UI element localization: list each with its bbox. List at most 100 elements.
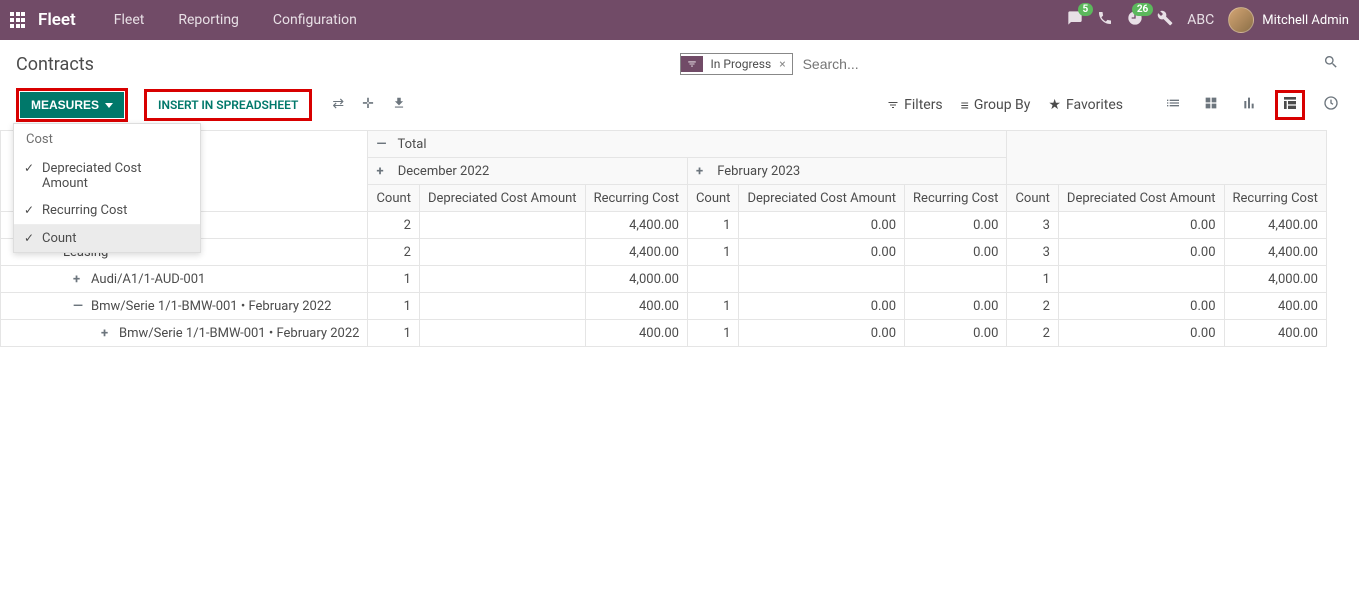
filters-label: Filters: [904, 97, 943, 113]
measures-button[interactable]: MEASURES: [20, 92, 124, 118]
search-input[interactable]: [799, 52, 1319, 76]
insert-spreadsheet-button[interactable]: INSERT IN SPREADSHEET: [148, 93, 308, 117]
btn-group-left: MEASURES INSERT IN SPREADSHEET ⇄ ✛: [16, 88, 406, 122]
pivot-cell: 4,400.00: [1224, 239, 1326, 266]
pivot-cell: [419, 293, 585, 320]
control-panel: Contracts In Progress × MEASURES: [0, 40, 1359, 130]
filter-icon: [681, 56, 703, 72]
pivot-cell: [905, 266, 1007, 293]
pivot-cell: [1058, 266, 1224, 293]
plus-icon[interactable]: +: [73, 272, 87, 287]
kanban-view-icon[interactable]: [1199, 91, 1223, 119]
cp-bottom: MEASURES INSERT IN SPREADSHEET ⇄ ✛ Filte…: [16, 88, 1343, 130]
pivot-cell: 4,400.00: [585, 239, 687, 266]
row-label: Audi/A1/1-AUD-001: [91, 272, 205, 287]
pivot-cell: 0.00: [905, 212, 1007, 239]
breadcrumb: Contracts: [16, 54, 94, 75]
pivot-toolbar: ⇄ ✛: [332, 96, 405, 114]
chat-badge-count: 5: [1078, 3, 1094, 16]
clock-icon[interactable]: 26: [1127, 10, 1143, 30]
measure-h-1b[interactable]: Depreciated Cost Amount: [739, 185, 905, 212]
tools-icon[interactable]: [1157, 10, 1173, 30]
pivot-cell: 1: [368, 293, 419, 320]
search-area: In Progress ×: [680, 50, 1344, 78]
measure-h-0[interactable]: Count: [368, 185, 419, 212]
favorites-button[interactable]: ★ Favorites: [1048, 97, 1123, 113]
measure-h-2b[interactable]: Recurring Cost: [905, 185, 1007, 212]
dd-item-recurring[interactable]: Recurring Cost: [14, 197, 200, 224]
pivot-cell: [739, 266, 905, 293]
table-row: +Bmw/Serie 1/1-BMW-001 • February 202214…: [1, 320, 1327, 347]
pivot-cell: 1: [687, 212, 738, 239]
pivot-cell: 400.00: [585, 293, 687, 320]
plus-icon: +: [376, 164, 390, 179]
facet-remove[interactable]: ×: [777, 57, 791, 71]
plus-icon[interactable]: +: [101, 326, 115, 341]
activity-view-icon[interactable]: [1319, 91, 1343, 119]
table-row: —Bmw/Serie 1/1-BMW-001 • February 202214…: [1, 293, 1327, 320]
pivot-view-icon[interactable]: [1275, 90, 1305, 120]
measure-h-1[interactable]: Depreciated Cost Amount: [419, 185, 585, 212]
phone-icon[interactable]: [1097, 10, 1113, 30]
app-title[interactable]: Fleet: [38, 10, 76, 30]
dd-item-count[interactable]: Count: [14, 225, 200, 252]
apps-icon[interactable]: [10, 12, 26, 28]
pivot-cell: 3: [1007, 239, 1058, 266]
pivot-cell: 0.00: [739, 320, 905, 347]
dd-item-depreciated[interactable]: Depreciated Cost Amount: [14, 155, 200, 197]
nav-link-fleet[interactable]: Fleet: [100, 12, 159, 28]
period-1-label: February 2023: [717, 164, 800, 179]
minus-icon[interactable]: —: [73, 299, 87, 314]
chat-icon[interactable]: 5: [1067, 10, 1083, 30]
row-header[interactable]: + Audi/A1/1-AUD-001: [1, 266, 368, 293]
pivot-cell: 1: [687, 320, 738, 347]
abc-label[interactable]: ABC: [1187, 12, 1214, 28]
col-period-0[interactable]: + December 2022: [368, 158, 687, 185]
filters-button[interactable]: Filters: [887, 97, 943, 113]
graph-view-icon[interactable]: [1237, 91, 1261, 119]
pivot-cell: 2: [368, 212, 419, 239]
pivot-cell: [419, 212, 585, 239]
flip-axis-icon[interactable]: ⇄: [332, 96, 344, 114]
measure-h-1c[interactable]: Depreciated Cost Amount: [1058, 185, 1224, 212]
caret-down-icon: [105, 103, 113, 108]
download-icon[interactable]: [392, 96, 406, 114]
measure-h-0b[interactable]: Count: [687, 185, 738, 212]
pivot-cell: [419, 239, 585, 266]
pivot-cell: 0.00: [739, 239, 905, 266]
nav-link-reporting[interactable]: Reporting: [164, 12, 253, 28]
pivot-cell: 1: [687, 293, 738, 320]
pivot-cell: 0.00: [1058, 239, 1224, 266]
measure-h-2c[interactable]: Recurring Cost: [1224, 185, 1326, 212]
search-icon[interactable]: [1319, 50, 1343, 78]
row-header[interactable]: —Bmw/Serie 1/1-BMW-001 • February 2022: [1, 293, 368, 320]
pivot-cell: 4,000.00: [585, 266, 687, 293]
facet-text: In Progress: [703, 54, 778, 74]
col-total[interactable]: — Total: [368, 131, 1007, 158]
clock-badge-count: 26: [1132, 3, 1153, 16]
search-facet: In Progress ×: [680, 53, 793, 75]
measure-h-2[interactable]: Recurring Cost: [585, 185, 687, 212]
groupby-button[interactable]: ≡ Group By: [961, 97, 1031, 114]
dd-header: Cost: [14, 124, 200, 155]
pivot-cell: 2: [1007, 293, 1058, 320]
measure-h-0c[interactable]: Count: [1007, 185, 1058, 212]
row-header[interactable]: +Bmw/Serie 1/1-BMW-001 • February 2022: [1, 320, 368, 347]
pivot-cell: 2: [1007, 320, 1058, 347]
col-period-1[interactable]: + February 2023: [687, 158, 1006, 185]
total-label: Total: [397, 137, 426, 152]
expand-all-icon[interactable]: ✛: [362, 96, 374, 114]
pivot-cell: 1: [687, 239, 738, 266]
list-view-icon[interactable]: [1161, 91, 1185, 119]
navbar-left: Fleet Fleet Reporting Configuration: [10, 10, 371, 30]
pivot-cell: 0.00: [1058, 212, 1224, 239]
pivot-cell: 1: [368, 266, 419, 293]
pivot-cell: 4,400.00: [585, 212, 687, 239]
pivot-cell: 0.00: [739, 293, 905, 320]
pivot-cell: 2: [368, 239, 419, 266]
pivot-cell: 1: [1007, 266, 1058, 293]
nav-link-configuration[interactable]: Configuration: [259, 12, 371, 28]
pivot-cell: 0.00: [1058, 320, 1224, 347]
measures-label: MEASURES: [31, 98, 99, 112]
user-menu[interactable]: Mitchell Admin: [1228, 7, 1349, 33]
